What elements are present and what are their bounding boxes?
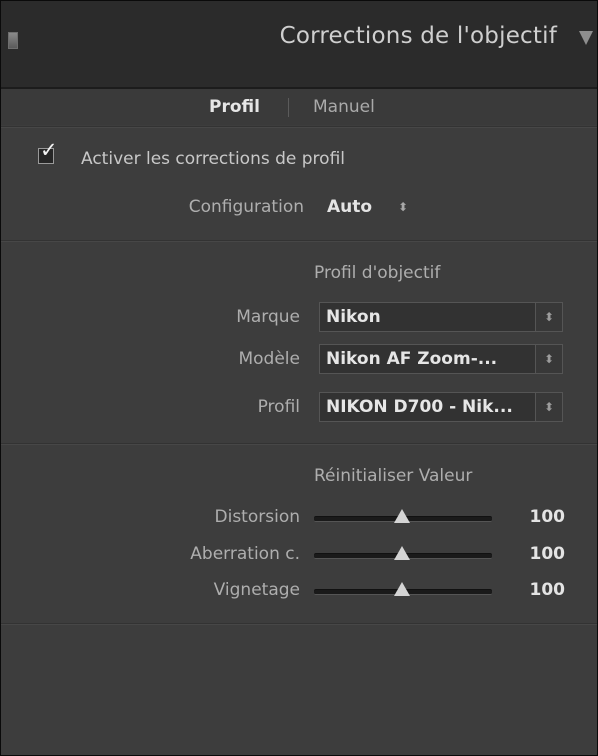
tab-profil[interactable]: Profil xyxy=(209,89,260,125)
model-label: Modèle xyxy=(238,349,300,369)
lens-corrections-panel: Corrections de l'objectif Profil Manuel … xyxy=(0,0,598,756)
updown-arrows-icon: ⬍ xyxy=(535,393,562,421)
updown-arrows-icon: ⬍ xyxy=(535,345,562,373)
setup-dropdown[interactable]: Auto xyxy=(327,197,372,217)
profile-select[interactable]: NIKON D700 - Nik... ⬍ xyxy=(319,392,563,422)
model-select[interactable]: Nikon AF Zoom-... ⬍ xyxy=(319,344,563,374)
setup-label: Configuration xyxy=(188,197,304,217)
vignetting-slider-thumb[interactable] xyxy=(394,582,410,596)
panel-title: Corrections de l'objectif xyxy=(279,23,557,49)
vignetting-label: Vignetage xyxy=(213,580,300,600)
panel-header[interactable]: Corrections de l'objectif xyxy=(1,1,597,89)
divider xyxy=(1,126,597,127)
tab-manuel[interactable]: Manuel xyxy=(313,89,375,125)
divider xyxy=(1,623,597,624)
tab-bar: Profil Manuel xyxy=(1,89,597,125)
divider xyxy=(1,240,597,241)
profile-label: Profil xyxy=(257,397,300,417)
divider xyxy=(1,443,597,444)
distortion-value[interactable]: 100 xyxy=(530,507,566,527)
distortion-label: Distorsion xyxy=(214,507,300,527)
checkbox-label[interactable]: Activer les corrections de profil xyxy=(81,149,345,169)
distortion-slider-thumb[interactable] xyxy=(394,509,410,523)
updown-arrows-icon: ⬍ xyxy=(535,303,562,331)
model-value: Nikon AF Zoom-... xyxy=(326,349,498,369)
vignetting-value[interactable]: 100 xyxy=(530,580,566,600)
tab-divider xyxy=(288,98,289,117)
chromatic-aberration-label: Aberration c. xyxy=(190,544,300,564)
make-value: Nikon xyxy=(326,307,381,327)
chromatic-aberration-slider-thumb[interactable] xyxy=(394,546,410,560)
reset-amount-heading[interactable]: Réinitialiser Valeur xyxy=(314,466,472,486)
profile-value: NIKON D700 - Nik... xyxy=(326,397,513,417)
updown-arrows-icon[interactable]: ⬍ xyxy=(398,197,408,217)
panel-switch-icon[interactable] xyxy=(8,32,18,49)
lens-profile-heading: Profil d'objectif xyxy=(314,263,441,283)
triangle-down-icon[interactable] xyxy=(579,31,593,45)
make-select[interactable]: Nikon ⬍ xyxy=(319,302,563,332)
make-label: Marque xyxy=(236,307,300,327)
chromatic-aberration-value[interactable]: 100 xyxy=(530,544,566,564)
checkmark-icon: ✓ xyxy=(40,138,58,162)
